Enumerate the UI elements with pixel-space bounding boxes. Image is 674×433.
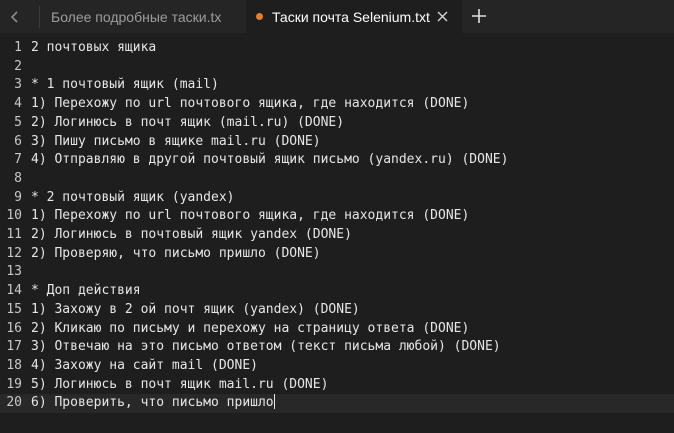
line-text: 1) Перехожу по url почтового ящика, где … — [31, 96, 470, 112]
line-number: 20 — [6, 395, 22, 411]
editor-line[interactable]: 9 * 2 почтовый ящик (yandex) — [0, 189, 674, 208]
editor-line[interactable]: 2 — [0, 58, 674, 77]
unsaved-changes-dot-icon — [256, 13, 263, 20]
text-cursor — [273, 394, 275, 410]
line-text: 2) Логинюсь в почт ящик (mail.ru) (DONE) — [31, 114, 345, 130]
text-editor-window: Более подробные таски.tx Таски почта Sel… — [0, 0, 674, 433]
editor-line[interactable]: 12 2) Проверяю, что письмо пришло (DONE) — [0, 245, 674, 264]
line-text: * Доп действия — [31, 283, 141, 299]
line-text: 3) Пишу письмо в ящике mail.ru (DONE) — [31, 133, 321, 149]
line-text: 6) Проверить, что письмо пришло — [31, 394, 275, 411]
line-number: 9 — [14, 189, 22, 205]
line-number: 1 — [14, 40, 22, 55]
line-number: 16 — [6, 320, 22, 336]
chevron-left-icon — [10, 10, 18, 23]
editor-line[interactable]: 11 2) Логинюсь в почтовый ящик yandex (DO… — [0, 226, 674, 245]
line-number: 10 — [6, 208, 22, 224]
editor-line[interactable]: 7 4) Отправляю в другой почтовый ящик пис… — [0, 151, 674, 170]
line-number: 2 — [14, 58, 22, 74]
line-number: 4 — [14, 96, 22, 112]
tab-more-detailed-tasks[interactable]: Более подробные таски.tx — [40, 0, 245, 33]
editor-line[interactable]: 16 2) Кликаю по письму и перехожу на стра… — [0, 320, 674, 339]
line-text: 2) Кликаю по письму и перехожу на страни… — [31, 320, 470, 336]
line-number: 18 — [6, 357, 22, 373]
line-number: 7 — [14, 152, 22, 168]
editor-line[interactable]: 20 6) Проверить, что письмо пришло — [0, 394, 674, 413]
editor-line[interactable]: 1 2 почтовых ящика — [0, 39, 674, 58]
editor-line[interactable]: 18 4) Захожу на сайт mail (DONE) — [0, 357, 674, 376]
line-text: 4) Захожу на сайт mail (DONE) — [31, 357, 258, 373]
tab-bar: Более подробные таски.tx Таски почта Sel… — [0, 0, 674, 33]
line-text: 2 почтовых ящика — [31, 40, 157, 55]
line-number: 11 — [6, 227, 22, 242]
plus-icon — [472, 9, 486, 23]
editor-line[interactable]: 10 1) Перехожу по url почтового ящика, гд… — [0, 207, 674, 226]
line-text: 4) Отправляю в другой почтовый ящик пись… — [31, 152, 509, 168]
line-number: 19 — [6, 376, 22, 392]
line-text: 5) Логинюсь в почт ящик mail.ru (DONE) — [31, 376, 329, 392]
line-text: 1) Перехожу по url почтового ящика, где … — [31, 208, 470, 224]
editor-line[interactable]: 15 1) Захожу в 2 ой почт ящик (yandex) (D… — [0, 301, 674, 320]
close-icon — [437, 11, 448, 22]
tab-label: Более подробные таски.tx — [51, 8, 222, 25]
new-tab-button[interactable] — [467, 4, 491, 28]
editor-text-area[interactable]: 1 2 почтовых ящика 2 3 * 1 почтовый ящик (ma… — [0, 33, 674, 433]
tab-close-button[interactable] — [435, 9, 450, 24]
tab-selenium-mail-tasks[interactable]: Таски почта Selenium.txt — [246, 0, 462, 33]
editor-line[interactable]: 19 5) Логинюсь в почт ящик mail.ru (DONE) — [0, 376, 674, 395]
editor-line[interactable]: 5 2) Логинюсь в почт ящик (mail.ru) (DONE… — [0, 114, 674, 133]
editor-line[interactable]: 6 3) Пишу письмо в ящике mail.ru (DONE) — [0, 133, 674, 152]
line-number: 8 — [14, 170, 22, 186]
line-number: 12 — [6, 245, 22, 261]
line-number: 15 — [6, 301, 22, 317]
editor-line[interactable]: 13 — [0, 263, 674, 282]
editor-line[interactable]: 4 1) Перехожу по url почтового ящика, где… — [0, 95, 674, 114]
line-text: * 2 почтовый ящик (yandex) — [31, 189, 235, 205]
line-text: 3) Отвечаю на это письмо ответом (текст … — [31, 339, 501, 355]
line-number: 5 — [14, 114, 22, 130]
tab-label: Таски почта Selenium.txt — [272, 8, 430, 25]
tab-scroll-left-button[interactable] — [0, 0, 30, 33]
editor-line[interactable]: 14 * Доп действия — [0, 282, 674, 301]
line-number: 14 — [6, 283, 22, 299]
editor-line[interactable]: 3 * 1 почтовый ящик (mail) — [0, 76, 674, 95]
line-text: 2) Логинюсь в почтовый ящик yandex (DONE… — [31, 227, 352, 242]
line-number: 3 — [14, 77, 22, 93]
line-text: * 1 почтовый ящик (mail) — [31, 77, 219, 93]
line-text: 1) Захожу в 2 ой почт ящик (yandex) (DON… — [31, 301, 360, 317]
line-text: 2) Проверяю, что письмо пришло (DONE) — [31, 245, 321, 261]
line-number: 6 — [14, 133, 22, 149]
editor-line[interactable]: 8 — [0, 170, 674, 189]
line-number: 13 — [6, 264, 22, 280]
line-number: 17 — [6, 339, 22, 355]
editor-line[interactable]: 17 3) Отвечаю на это письмо ответом (текс… — [0, 338, 674, 357]
